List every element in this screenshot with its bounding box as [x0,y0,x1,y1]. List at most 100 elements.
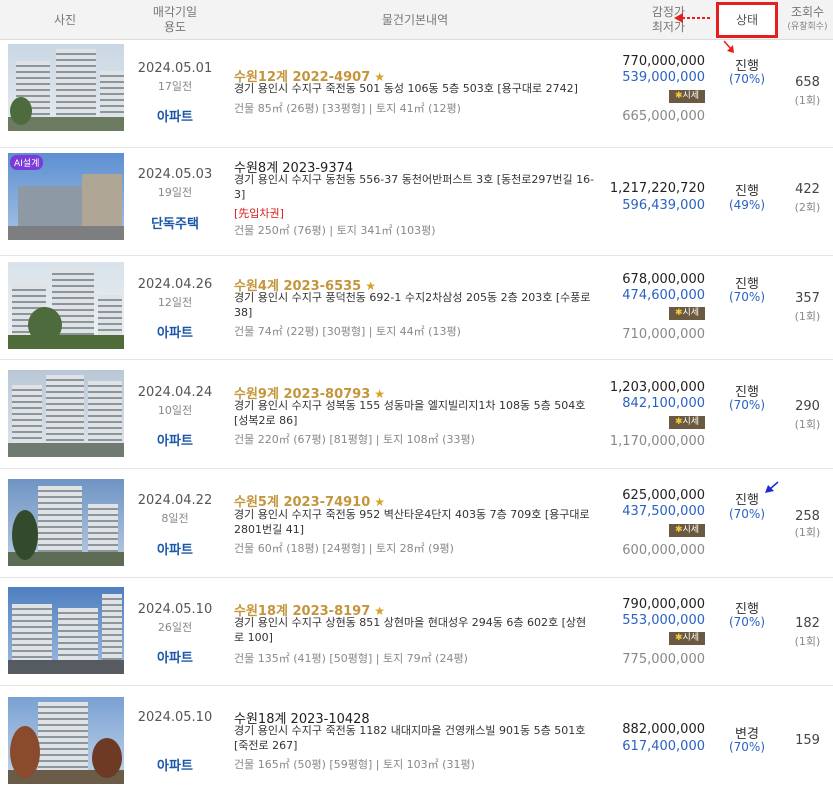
market-price: 775,000,000 [622,652,705,667]
market-price-label[interactable]: 시세 [682,91,699,101]
sale-date: 2024.04.22 [137,493,213,508]
usage-type: 단독주택 [151,217,199,232]
usage-type: 아파트 [157,326,193,341]
red-arrow-annotation [674,13,710,23]
header-views-label[interactable]: 조회수 [791,5,824,20]
table-row[interactable]: AI설계 2024.05.03 19일전 단독주택 수원8계 2023-9374… [0,148,833,256]
fail-count: (1회) [794,635,821,648]
usage-type: 아파트 [157,759,193,774]
market-price: 665,000,000 [622,109,705,124]
days-remaining: 8일전 [161,512,189,525]
property-area: 건물 135㎡ (41평) [50평형] | 토지 79㎡ (24평) [234,652,468,665]
market-price: 710,000,000 [622,327,705,342]
view-count: 357 [795,291,820,306]
property-photo[interactable] [8,44,124,131]
appraisal-price: 770,000,000 [622,54,705,69]
market-price-button[interactable]: ✱시세 [669,524,705,537]
property-photo[interactable]: AI설계 [8,153,124,240]
days-remaining: 17일전 [157,80,193,93]
fail-count: (1회) [794,418,821,431]
fail-count: (1회) [794,310,821,323]
property-address: 경기 용인시 수지구 상현동 851 상현마을 현대성우 294동 6층 602… [234,616,587,644]
view-count: 159 [795,733,820,748]
market-price-label[interactable]: 시세 [682,308,699,318]
property-photo[interactable] [8,479,124,566]
market-price-label[interactable]: 시세 [682,417,699,427]
market-price-button[interactable]: ✱시세 [669,307,705,320]
header-date-usage: 매각기일 용도 [130,0,220,40]
header-status[interactable]: 상태 [716,2,778,38]
header-views[interactable]: 조회수 (유찰회수) [782,0,833,40]
minimum-ratio: (49%) [728,198,766,212]
minimum-price: 437,500,000 [622,504,705,519]
minimum-ratio: (70%) [728,507,766,521]
minimum-price: 617,400,000 [622,739,705,754]
minimum-price: 596,439,000 [622,198,705,213]
minimum-price: 539,000,000 [622,70,705,85]
sale-date: 2024.05.03 [137,167,213,182]
header-status-label[interactable]: 상태 [736,13,758,28]
header-info: 물건기본내역 [220,0,610,40]
property-area: 건물 85㎡ (26평) [33평형] | 토지 41㎡ (12평) [234,102,461,115]
header-usage-label: 용도 [163,20,187,34]
table-row[interactable]: 2024.04.24 10일전 아파트 수원9계 2023-80793 ★ 경기 … [0,361,833,469]
usage-type: 아파트 [157,434,193,449]
appraisal-price: 790,000,000 [622,597,705,612]
header-photo-label: 사진 [53,12,77,27]
sale-date: 2024.04.24 [137,385,213,400]
header-date-label: 매각기일 [152,5,198,19]
fail-count: (1회) [794,526,821,539]
days-remaining: 19일전 [157,186,193,199]
view-count: 422 [795,182,820,197]
header-photo: 사진 [0,0,130,40]
usage-type: 아파트 [157,651,193,666]
minimum-ratio: (70%) [728,398,766,412]
fail-count: (1회) [794,94,821,107]
ai-badge: AI설계 [10,155,44,170]
view-count: 258 [795,509,820,524]
property-area: 건물 60㎡ (18평) [24평형] | 토지 28㎡ (9평) [234,542,454,555]
view-count: 182 [795,616,820,631]
minimum-price: 474,600,000 [622,288,705,303]
appraisal-price: 882,000,000 [622,722,705,737]
appraisal-price: 678,000,000 [622,272,705,287]
market-price-button[interactable]: ✱시세 [669,416,705,429]
days-remaining: 26일전 [157,621,193,634]
property-address: 경기 용인시 수지구 동천동 556-37 동천어반퍼스트 3호 [동천로297… [234,173,595,201]
table-row[interactable]: 2024.05.10 26일전 아파트 수원18계 2023-8197 ★ 경기 … [0,578,833,686]
sale-date: 2024.05.10 [137,710,213,725]
view-count: 658 [795,75,820,90]
special-condition-tag: [先입차권] [234,207,284,220]
property-area: 건물 250㎡ (76평) | 토지 341㎡ (103평) [234,224,436,237]
property-photo[interactable] [8,370,124,457]
market-price-label[interactable]: 시세 [682,525,699,535]
usage-type: 아파트 [157,543,193,558]
auction-status: 진행 [735,493,759,508]
property-photo[interactable] [8,697,124,784]
usage-type: 아파트 [157,110,193,125]
property-address: 경기 용인시 수지구 죽전동 952 벽산타운4단지 403동 7층 709호 … [234,508,590,536]
fail-count: (2회) [794,201,821,214]
property-address: 경기 용인시 수지구 성복동 155 성동마을 엘지빌리지1차 108동 5층 … [234,399,586,427]
market-price-button[interactable]: ✱시세 [669,632,705,645]
sale-date: 2024.05.10 [137,602,213,617]
table-row[interactable]: 2024.04.22 8일전 아파트 수원5계 2023-74910 ★ 경기 용… [0,470,833,578]
table-row[interactable]: 2024.05.01 17일전 아파트 수원12계 2022-4907 ★ 경기 … [0,40,833,148]
property-address: 경기 용인시 수지구 풍덕천동 692-1 수지2차삼성 205동 2층 203… [234,291,591,319]
minimum-ratio: (70%) [728,72,766,86]
days-remaining: 12일전 [157,296,193,309]
property-photo[interactable] [8,587,124,674]
minimum-ratio: (70%) [728,615,766,629]
minimum-price: 553,000,000 [622,613,705,628]
table-row[interactable]: 2024.05.10 아파트 수원18계 2023-10428 경기 용인시 수… [0,687,833,797]
market-price-label[interactable]: 시세 [682,633,699,643]
appraisal-price: 1,203,000,000 [609,380,705,395]
table-row[interactable]: 2024.04.26 12일전 아파트 수원4계 2023-6535 ★ 경기 용… [0,252,833,360]
market-price-button[interactable]: ✱시세 [669,90,705,103]
appraisal-price: 625,000,000 [622,488,705,503]
sale-date: 2024.04.26 [137,277,213,292]
header-info-label: 물건기본내역 [381,12,449,27]
property-photo[interactable] [8,262,124,349]
view-count: 290 [795,399,820,414]
property-area: 건물 165㎡ (50평) [59평형] | 토지 103㎡ (31평) [234,758,475,771]
